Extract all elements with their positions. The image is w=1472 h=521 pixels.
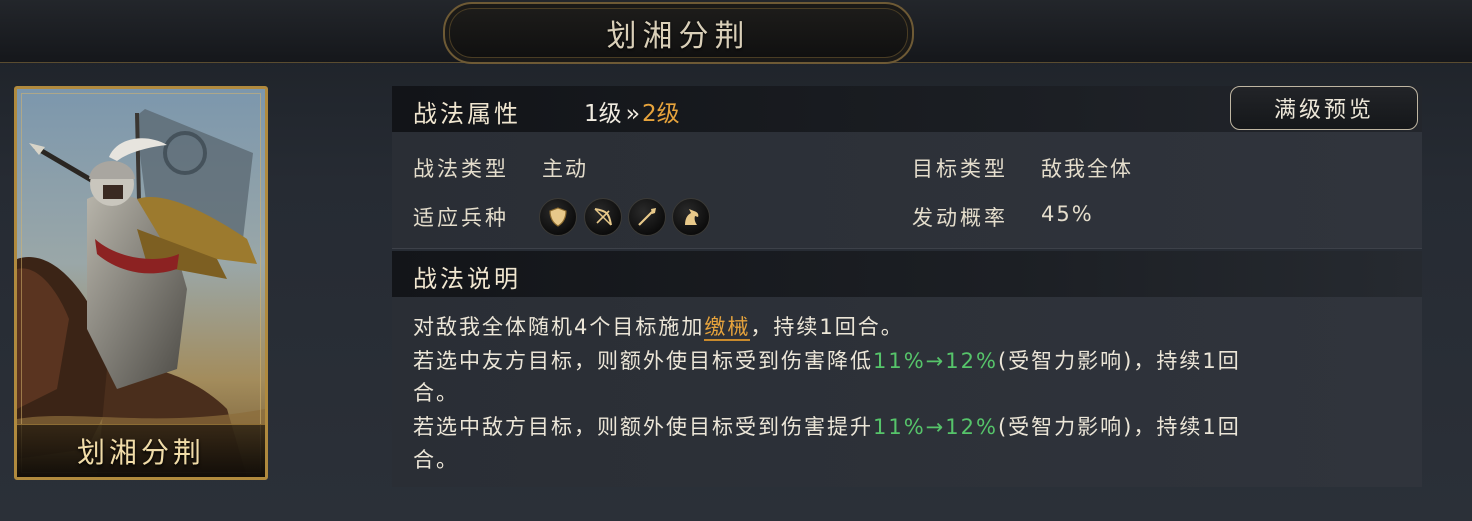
description-line-2-cont: 合。 bbox=[413, 381, 459, 405]
general-portrait bbox=[17, 89, 265, 477]
description-text: ，持续1回合。 bbox=[750, 315, 904, 339]
max-level-preview-button[interactable]: 满级预览 bbox=[1230, 86, 1418, 130]
damage-reduction-value: 11%→12% bbox=[873, 349, 998, 373]
level-current: 1级 bbox=[584, 101, 622, 127]
description-line-2: 若选中友方目标，则额外使目标受到伤害降低11%→12%(受智力影响)，持续1回 bbox=[413, 345, 1241, 375]
level-arrow-icon: ›› bbox=[625, 101, 641, 127]
attributes-title: 战法属性 bbox=[413, 100, 521, 128]
description-text: (受智力影响)，持续1回 bbox=[997, 349, 1241, 373]
horse-icon bbox=[672, 198, 710, 236]
bow-icon bbox=[584, 198, 622, 236]
damage-increase-value: 11%→12% bbox=[873, 415, 998, 439]
description-text: (受智力影响)，持续1回 bbox=[997, 415, 1241, 439]
level-indicator: 1级 ›› 2级 bbox=[584, 94, 680, 128]
title-plaque: 划湘分荆 bbox=[443, 2, 914, 64]
description-text: 若选中友方目标，则额外使目标受到伤害降低 bbox=[413, 349, 873, 373]
description-line-1: 对敌我全体随机4个目标施加缴械，持续1回合。 bbox=[413, 311, 904, 341]
top-banner: 划湘分荆 bbox=[0, 0, 1472, 64]
page-title: 划湘分荆 bbox=[606, 19, 751, 54]
description-text: 对敌我全体随机4个目标施加 bbox=[413, 315, 705, 339]
description-text: 若选中敌方目标，则额外使目标受到伤害提升 bbox=[413, 415, 873, 439]
skill-card: 划湘分荆 bbox=[14, 86, 268, 480]
card-name-band: 划湘分荆 bbox=[17, 424, 265, 477]
description-line-3-cont: 合。 bbox=[413, 448, 459, 472]
trigger-chance-value: 45% bbox=[1041, 202, 1094, 226]
skill-type-value: 主动 bbox=[542, 157, 588, 181]
skill-type-label: 战法类型 bbox=[413, 157, 509, 181]
target-type-value: 敌我全体 bbox=[1041, 157, 1133, 181]
description-title: 战法说明 bbox=[413, 265, 521, 293]
spear-icon bbox=[628, 198, 666, 236]
card-name: 划湘分荆 bbox=[76, 436, 205, 469]
disarm-effect-link[interactable]: 缴械 bbox=[704, 315, 751, 341]
trigger-chance-label: 发动概率 bbox=[912, 206, 1008, 230]
level-next: 2级 bbox=[642, 101, 680, 127]
troop-types-label: 适应兵种 bbox=[413, 206, 509, 230]
description-header bbox=[392, 251, 1422, 297]
description-line-3: 若选中敌方目标，则额外使目标受到伤害提升11%→12%(受智力影响)，持续1回 bbox=[413, 411, 1241, 441]
shield-icon bbox=[539, 198, 577, 236]
target-type-label: 目标类型 bbox=[912, 157, 1008, 181]
